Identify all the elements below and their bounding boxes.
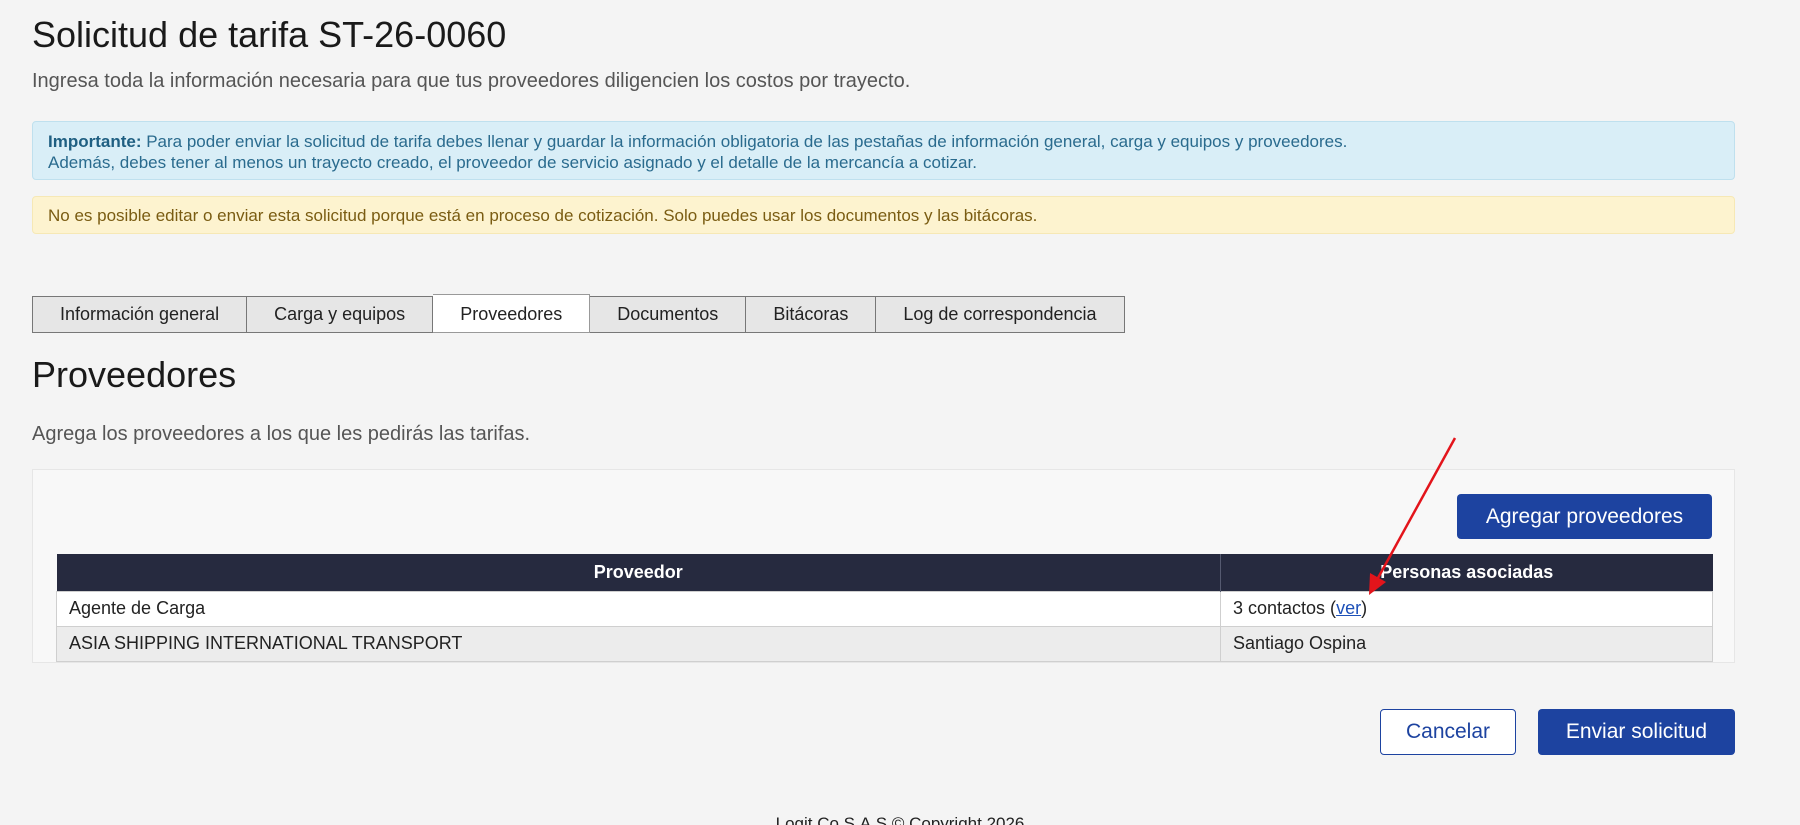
section-subtitle: Agrega los proveedores a los que les ped… — [32, 423, 531, 445]
send-request-button[interactable]: Enviar solicitud — [1538, 709, 1735, 755]
associated-people-cell: Santiago Ospina — [1220, 625, 1713, 662]
tab-documentos[interactable]: Documentos — [590, 296, 747, 333]
info-alert-label: Importante: — [48, 132, 142, 151]
column-header-personas-asociadas: Personas asociadas — [1220, 554, 1713, 591]
tab-proveedores[interactable]: Proveedores — [433, 294, 591, 333]
provider-name-cell: ASIA SHIPPING INTERNATIONAL TRANSPORT — [56, 625, 1221, 662]
form-actions: Cancelar Enviar solicitud — [1380, 709, 1735, 755]
tab-log-de-correspondencia[interactable]: Log de correspondencia — [876, 296, 1125, 333]
tab-bitacoras[interactable]: Bitácoras — [746, 296, 877, 333]
associated-people-cell: 3 contactos (ver) — [1220, 590, 1713, 627]
providers-panel: Agregar proveedores Proveedor Personas a… — [32, 469, 1735, 663]
page-title: Solicitud de tarifa ST-26-0060 — [32, 14, 507, 55]
tab-bar: Información general Carga y equipos Prov… — [32, 294, 1125, 333]
cancel-button[interactable]: Cancelar — [1380, 709, 1516, 755]
table-row: ASIA SHIPPING INTERNATIONAL TRANSPORT Sa… — [56, 625, 1713, 662]
page-subtitle: Ingresa toda la información necesaria pa… — [32, 70, 911, 92]
provider-name-cell: Agente de Carga — [56, 590, 1221, 627]
table-row: Agente de Carga 3 contactos (ver) — [56, 590, 1713, 627]
warning-alert: No es posible editar o enviar esta solic… — [32, 196, 1735, 234]
contacts-count-close: ) — [1361, 598, 1368, 618]
info-alert: Importante: Para poder enviar la solicit… — [32, 121, 1735, 180]
view-contacts-link[interactable]: ver — [1336, 598, 1361, 618]
contacts-count: 3 contactos ( — [1233, 598, 1337, 618]
tab-informacion-general[interactable]: Información general — [32, 296, 248, 333]
info-alert-line2: Además, debes tener al menos un trayecto… — [48, 153, 977, 172]
providers-table: Proveedor Personas asociadas Agente de C… — [56, 554, 1713, 662]
table-header-row: Proveedor Personas asociadas — [56, 554, 1713, 591]
column-header-proveedor: Proveedor — [56, 554, 1221, 591]
add-providers-button[interactable]: Agregar proveedores — [1457, 494, 1712, 539]
footer-copyright: Logit Co S.A.S © Copyright 2026 — [775, 814, 1025, 825]
tab-carga-y-equipos[interactable]: Carga y equipos — [247, 296, 434, 333]
info-alert-line1: Para poder enviar la solicitud de tarifa… — [141, 132, 1348, 151]
section-title: Proveedores — [32, 354, 237, 395]
